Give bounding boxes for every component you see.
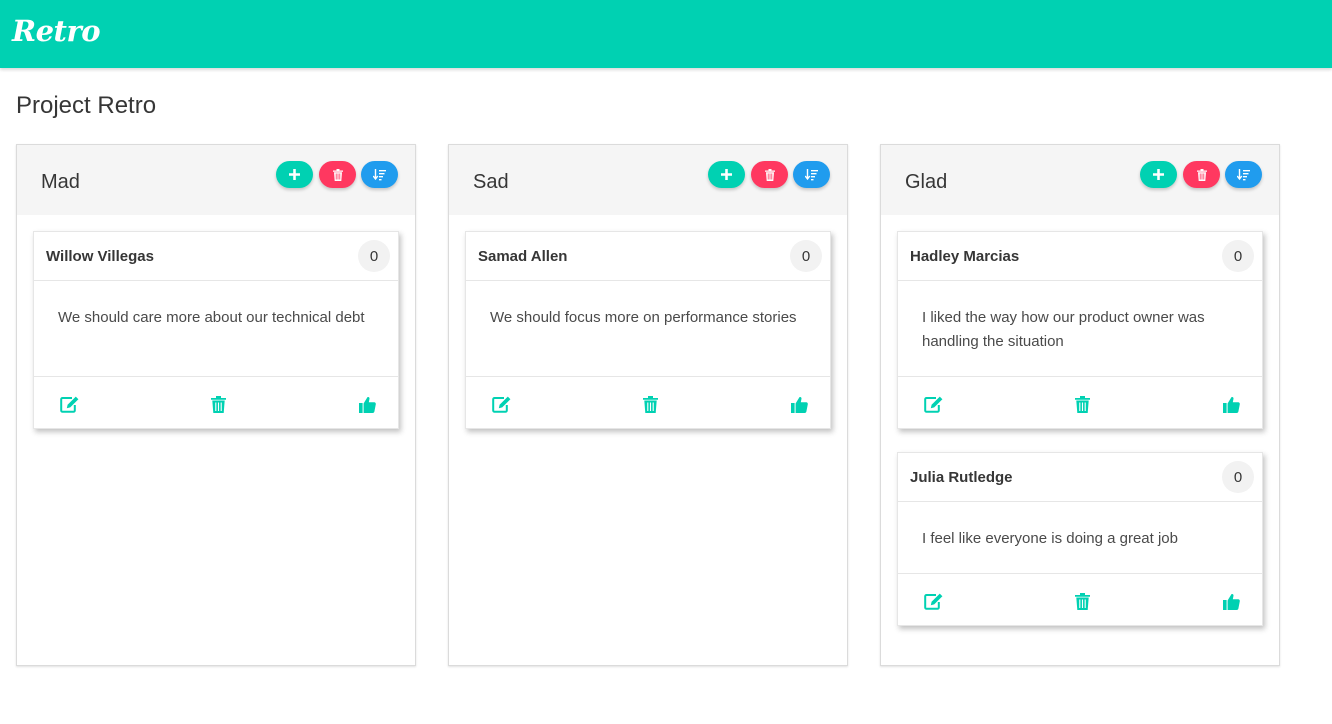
plus-icon — [289, 169, 300, 180]
trash-icon — [764, 168, 775, 181]
sort-amount-down-icon — [1237, 168, 1250, 180]
like-card-button[interactable] — [788, 393, 810, 415]
edit-icon — [923, 593, 942, 610]
plus-icon — [1153, 169, 1164, 180]
retro-card: Julia Rutledge 0 I feel like everyone is… — [897, 452, 1263, 626]
delete-card-button[interactable] — [639, 393, 661, 415]
edit-icon — [923, 396, 942, 413]
thumbs-up-icon — [358, 396, 376, 413]
card-footer — [34, 376, 398, 428]
vote-count-badge: 0 — [1222, 461, 1254, 493]
brand-logo[interactable]: Retro — [12, 14, 101, 48]
edit-card-button[interactable] — [922, 590, 944, 612]
sort-cards-button[interactable] — [361, 161, 398, 188]
column-sad: Sad Samad Allen 0 We should focus more o… — [448, 144, 848, 666]
column-title: Mad — [41, 171, 80, 193]
delete-column-button[interactable] — [1183, 161, 1220, 188]
top-navbar: Retro — [0, 0, 1332, 68]
trash-icon — [1074, 395, 1090, 413]
column-title: Sad — [473, 171, 509, 193]
delete-column-button[interactable] — [319, 161, 356, 188]
delete-card-button[interactable] — [207, 393, 229, 415]
edit-card-button[interactable] — [490, 393, 512, 415]
trash-icon — [1074, 592, 1090, 610]
trash-icon — [1196, 168, 1207, 181]
sort-cards-button[interactable] — [1225, 161, 1262, 188]
card-text: I feel like everyone is doing a great jo… — [922, 530, 1178, 547]
vote-count-badge: 0 — [1222, 240, 1254, 272]
card-author: Samad Allen — [478, 248, 568, 265]
card-header: Samad Allen 0 — [466, 232, 830, 281]
add-card-button[interactable] — [276, 161, 313, 188]
retro-card: Samad Allen 0 We should focus more on pe… — [465, 231, 831, 429]
delete-card-button[interactable] — [1071, 393, 1093, 415]
add-card-button[interactable] — [708, 161, 745, 188]
column-header: Sad — [449, 145, 847, 215]
vote-count-badge: 0 — [358, 240, 390, 272]
trash-icon — [332, 168, 343, 181]
card-text: I liked the way how our product owner wa… — [922, 309, 1205, 350]
column-header: Mad — [17, 145, 415, 215]
column-title: Glad — [905, 171, 948, 193]
trash-icon — [210, 395, 226, 413]
column-header: Glad — [881, 145, 1279, 215]
card-footer — [898, 573, 1262, 625]
sort-amount-down-icon — [373, 168, 386, 180]
column-glad: Glad Hadley Marcias 0 I liked the way ho… — [880, 144, 1280, 666]
edit-icon — [491, 396, 510, 413]
card-text: We should care more about our technical … — [58, 309, 365, 326]
card-text: We should focus more on performance stor… — [490, 309, 797, 326]
retro-card: Willow Villegas 0 We should care more ab… — [33, 231, 399, 429]
plus-icon — [721, 169, 732, 180]
card-footer — [898, 376, 1262, 428]
like-card-button[interactable] — [1220, 590, 1242, 612]
card-author: Willow Villegas — [46, 248, 154, 265]
thumbs-up-icon — [1222, 593, 1240, 610]
card-header: Hadley Marcias 0 — [898, 232, 1262, 281]
like-card-button[interactable] — [356, 393, 378, 415]
delete-card-button[interactable] — [1071, 590, 1093, 612]
retro-card: Hadley Marcias 0 I liked the way how our… — [897, 231, 1263, 429]
vote-count-badge: 0 — [790, 240, 822, 272]
edit-card-button[interactable] — [58, 393, 80, 415]
card-header: Julia Rutledge 0 — [898, 453, 1262, 502]
card-author: Hadley Marcias — [910, 248, 1020, 265]
sort-amount-down-icon — [805, 168, 818, 180]
edit-icon — [59, 396, 78, 413]
add-card-button[interactable] — [1140, 161, 1177, 188]
card-author: Julia Rutledge — [910, 469, 1013, 486]
thumbs-up-icon — [790, 396, 808, 413]
column-mad: Mad Willow Villegas 0 We should care mor… — [16, 144, 416, 666]
delete-column-button[interactable] — [751, 161, 788, 188]
card-footer — [466, 376, 830, 428]
page-title: Project Retro — [16, 92, 157, 119]
edit-card-button[interactable] — [922, 393, 944, 415]
card-header: Willow Villegas 0 — [34, 232, 398, 281]
trash-icon — [642, 395, 658, 413]
like-card-button[interactable] — [1220, 393, 1242, 415]
sort-cards-button[interactable] — [793, 161, 830, 188]
thumbs-up-icon — [1222, 396, 1240, 413]
